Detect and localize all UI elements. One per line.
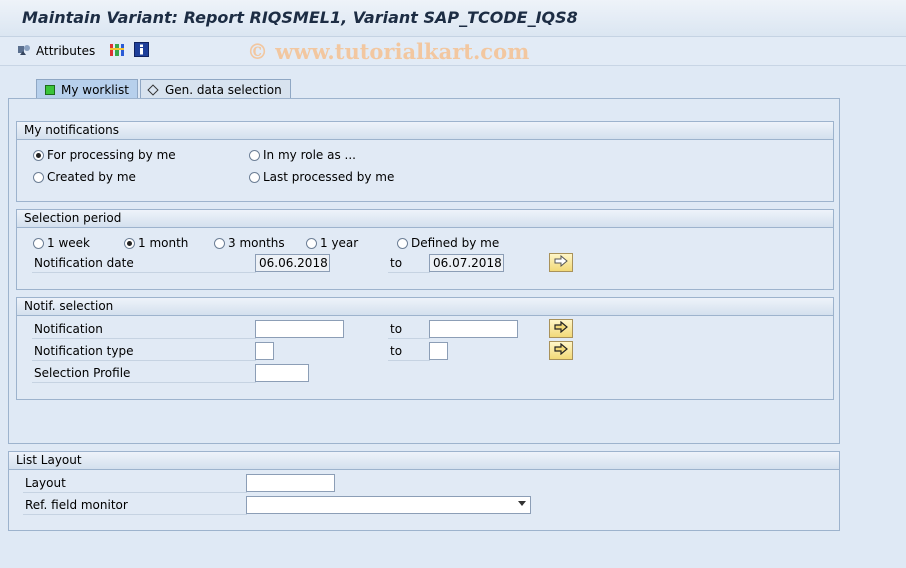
- radio-label: 1 week: [47, 236, 90, 250]
- chevron-down-icon[interactable]: [518, 501, 526, 506]
- title-bar: Maintain Variant: Report RIQSMEL1, Varia…: [0, 0, 906, 37]
- radio-indicator: [397, 237, 408, 249]
- to-label: to: [388, 254, 430, 273]
- radio-1-month[interactable]: 1 month: [124, 236, 188, 250]
- notification-type-to-field[interactable]: [429, 342, 448, 360]
- radio-1-week[interactable]: 1 week: [33, 236, 90, 250]
- multiple-selection-button[interactable]: [549, 253, 573, 272]
- tab-my-worklist[interactable]: My worklist: [36, 79, 138, 99]
- radio-label: In my role as ...: [263, 148, 356, 162]
- application-toolbar: Attributes © www.tutorialkart.com: [0, 37, 906, 66]
- radio-label: For processing by me: [47, 148, 176, 162]
- to-label: to: [388, 342, 430, 361]
- radio-defined-by-me[interactable]: Defined by me: [397, 236, 499, 250]
- radio-label: Defined by me: [411, 236, 500, 250]
- attributes-label: Attributes: [36, 44, 96, 58]
- radio-indicator: [33, 171, 44, 183]
- green-status-icon: [45, 84, 55, 95]
- notification-date-label: Notification date: [32, 254, 256, 273]
- radio-for-processing[interactable]: For processing by me: [33, 148, 176, 162]
- tab-gen-data-selection[interactable]: Gen. data selection: [140, 79, 291, 99]
- group-title: List Layout: [9, 452, 839, 470]
- tab-gen-data-selection-label: Gen. data selection: [165, 82, 282, 97]
- radio-1-year[interactable]: 1 year: [306, 236, 358, 250]
- notification-date-to[interactable]: 06.07.2018: [429, 254, 504, 272]
- arrow-right-icon: [554, 342, 568, 358]
- radio-indicator: [249, 171, 260, 183]
- group-title: Notif. selection: [17, 298, 833, 316]
- attributes-button[interactable]: Attributes: [17, 42, 95, 60]
- to-label: to: [388, 320, 430, 339]
- arrow-right-icon: [554, 254, 568, 270]
- group-title: Selection period: [17, 210, 833, 228]
- tab-my-worklist-label: My worklist: [61, 82, 129, 97]
- attributes-icon: [17, 43, 33, 60]
- radio-label: Last processed by me: [263, 170, 395, 184]
- notification-to-field[interactable]: [429, 320, 518, 338]
- diamond-icon: [147, 83, 159, 96]
- selection-profile-field[interactable]: [255, 364, 309, 382]
- radio-label: 3 months: [228, 236, 285, 250]
- radio-indicator: [214, 237, 225, 249]
- layout-settings-button[interactable]: [109, 42, 125, 60]
- multiple-selection-button[interactable]: [549, 341, 573, 360]
- layout-field[interactable]: [246, 474, 335, 492]
- radio-label: 1 year: [320, 236, 359, 250]
- ref-field-monitor-label: Ref. field monitor: [23, 496, 247, 515]
- radio-indicator: [306, 237, 317, 249]
- selection-period-group: Selection period 1 week 1 month 3 months…: [16, 209, 834, 290]
- radio-3-months[interactable]: 3 months: [214, 236, 285, 250]
- columns-icon: [109, 43, 125, 60]
- notification-label: Notification: [32, 320, 256, 339]
- notification-type-from-field[interactable]: [255, 342, 274, 360]
- radio-indicator: [249, 149, 260, 161]
- window-title: Maintain Variant: Report RIQSMEL1, Varia…: [22, 8, 578, 27]
- notif-selection-group: Notif. selection Notification to Notific…: [16, 297, 834, 400]
- radio-label: 1 month: [138, 236, 189, 250]
- notification-from-field[interactable]: [255, 320, 344, 338]
- tab-panel: My notifications For processing by me In…: [8, 98, 840, 444]
- notification-type-label: Notification type: [32, 342, 256, 361]
- notification-date-from[interactable]: 06.06.2018: [255, 254, 330, 272]
- my-notifications-group: My notifications For processing by me In…: [16, 121, 834, 202]
- selection-profile-label: Selection Profile: [32, 364, 256, 383]
- radio-label: Created by me: [47, 170, 136, 184]
- watermark-text: © www.tutorialkart.com: [247, 39, 530, 64]
- radio-last-processed[interactable]: Last processed by me: [249, 170, 394, 184]
- arrow-right-icon: [554, 320, 568, 336]
- layout-label: Layout: [23, 474, 247, 493]
- radio-in-my-role[interactable]: In my role as ...: [249, 148, 356, 162]
- radio-indicator: [33, 149, 44, 161]
- info-icon: [134, 42, 149, 60]
- radio-indicator: [124, 237, 135, 249]
- radio-indicator: [33, 237, 44, 249]
- info-button[interactable]: [134, 42, 149, 60]
- group-title: My notifications: [17, 122, 833, 140]
- radio-created-by-me[interactable]: Created by me: [33, 170, 136, 184]
- multiple-selection-button[interactable]: [549, 319, 573, 338]
- ref-field-monitor-dropdown[interactable]: [246, 496, 531, 514]
- list-layout-group: List Layout Layout Ref. field monitor: [8, 451, 840, 531]
